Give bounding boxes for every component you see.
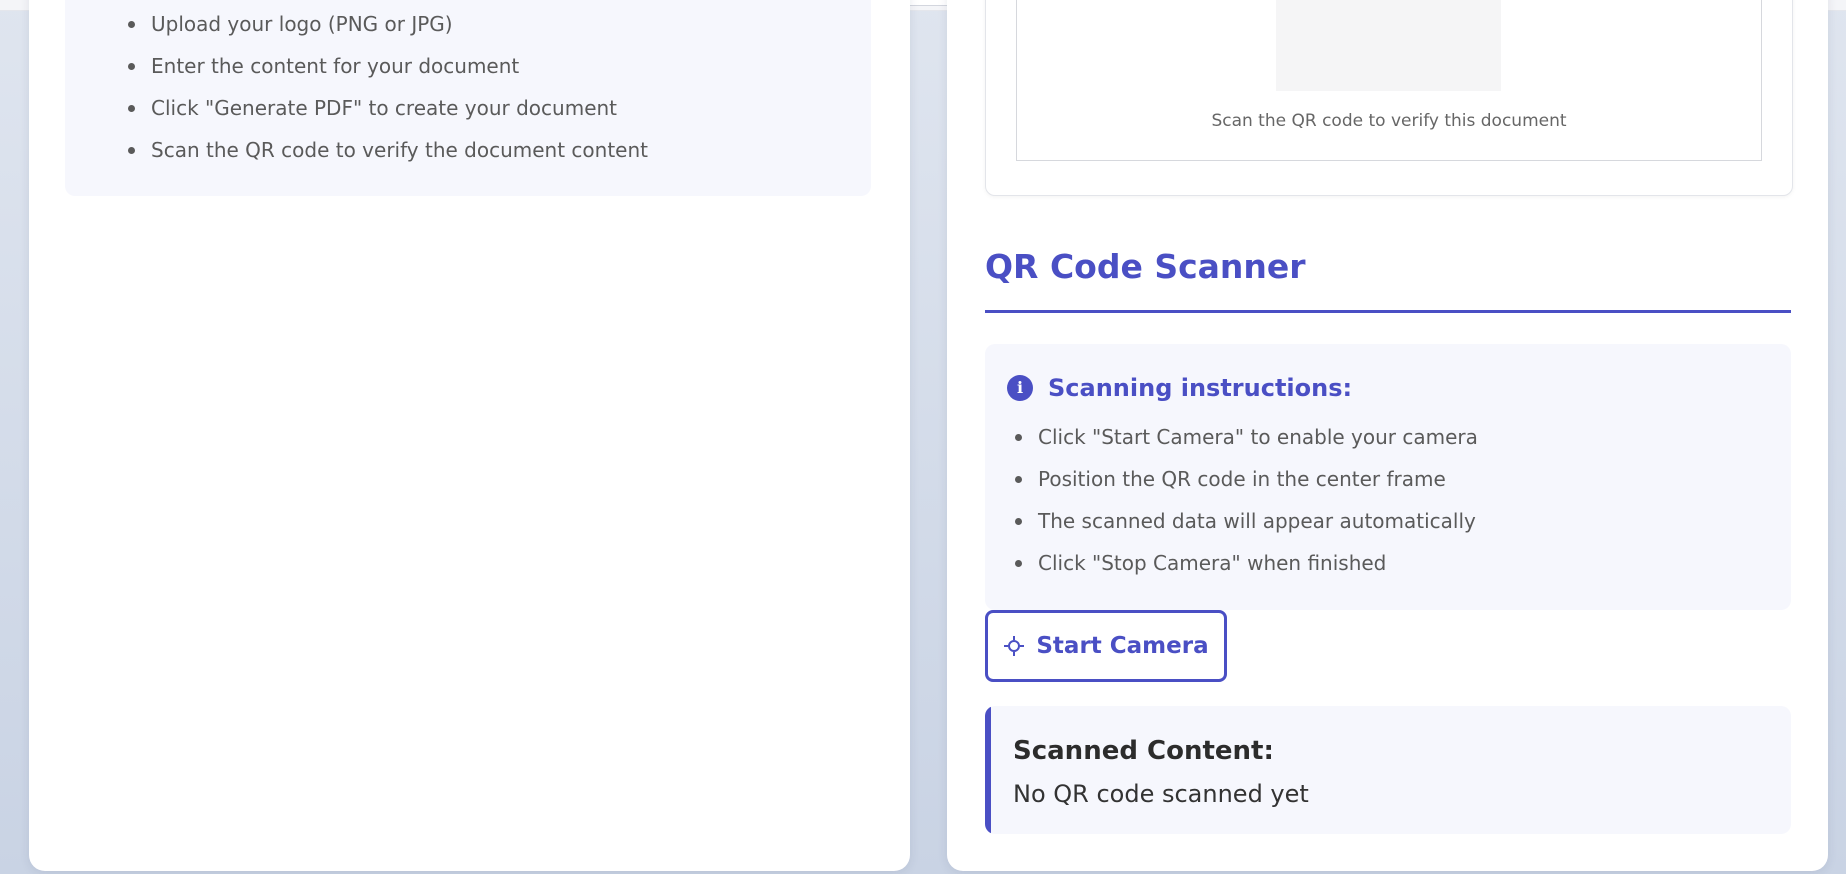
qr-preview-card: Scan the QR code to verify this document xyxy=(985,0,1793,196)
scanned-content-text: No QR code scanned yet xyxy=(1013,780,1309,808)
qr-code-image xyxy=(1276,0,1501,91)
title-divider xyxy=(985,310,1791,313)
start-camera-button[interactable]: Start Camera xyxy=(985,610,1227,682)
scanned-content-box: Scanned Content: No QR code scanned yet xyxy=(985,706,1791,834)
crosshair-icon xyxy=(1004,636,1025,656)
qr-caption: Scan the QR code to verify this document xyxy=(1211,111,1567,131)
list-item: Click "Start Camera" to enable your came… xyxy=(1015,416,1478,458)
list-item: The scanned data will appear automatical… xyxy=(1015,500,1478,542)
scanning-instructions-header: i Scanning instructions: xyxy=(1007,374,1352,402)
scanned-content-title: Scanned Content: xyxy=(1013,736,1274,766)
scanning-instructions-list: Click "Start Camera" to enable your came… xyxy=(1015,416,1478,584)
scanning-instructions-box: i Scanning instructions: Click "Start Ca… xyxy=(985,344,1791,610)
list-item: Click "Generate PDF" to create your docu… xyxy=(128,87,648,129)
scanning-instructions-title: Scanning instructions: xyxy=(1048,374,1353,402)
list-item: Click "Stop Camera" when finished xyxy=(1015,542,1478,584)
list-item: Upload your logo (PNG or JPG) xyxy=(128,3,648,45)
scanner-title: QR Code Scanner xyxy=(985,247,1306,286)
list-item: Position the QR code in the center frame xyxy=(1015,458,1478,500)
list-item: Scan the QR code to verify the document … xyxy=(128,129,648,171)
generator-panel: Upload your logo (PNG or JPG) Enter the … xyxy=(29,0,910,871)
qr-preview-frame: Scan the QR code to verify this document xyxy=(1016,0,1762,161)
start-camera-label: Start Camera xyxy=(1036,633,1209,659)
info-icon: i xyxy=(1007,375,1033,401)
how-to-use-box: Upload your logo (PNG or JPG) Enter the … xyxy=(65,0,871,196)
how-to-use-list: Upload your logo (PNG or JPG) Enter the … xyxy=(128,3,648,171)
scanner-panel: Scan the QR code to verify this document… xyxy=(947,0,1828,871)
list-item: Enter the content for your document xyxy=(128,45,648,87)
result-accent-bar xyxy=(985,706,991,834)
